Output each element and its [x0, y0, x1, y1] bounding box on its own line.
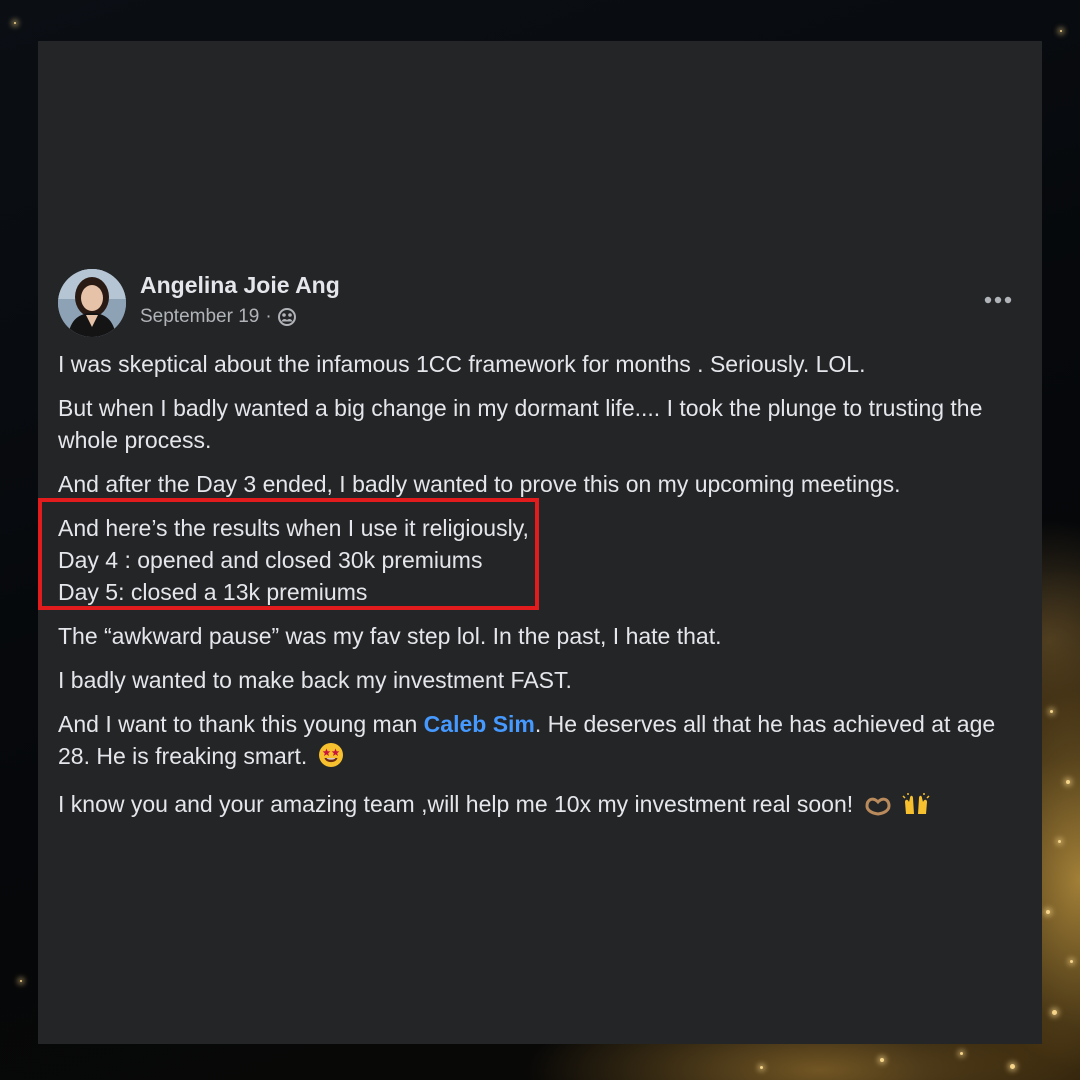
post-paragraph: I know you and your amazing team ,will h…: [58, 788, 1028, 824]
author-name[interactable]: Angelina Joie Ang: [140, 272, 340, 299]
raising-hands-emoji: [902, 792, 930, 824]
post-paragraph: But when I badly wanted a big change in …: [58, 395, 983, 453]
mention-link[interactable]: Caleb Sim: [424, 711, 535, 737]
result-day-5: Day 5: closed a 13k premiums: [58, 579, 368, 605]
paragraph-text: I know you and your amazing team ,will h…: [58, 791, 854, 817]
post-paragraph: I was skeptical about the infamous 1CC f…: [58, 351, 866, 377]
post-header: Angelina Joie Ang September 19 ·: [58, 269, 1018, 339]
post-meta: September 19 ·: [140, 306, 297, 328]
avatar[interactable]: [58, 269, 126, 337]
results-intro: And here’s the results when I use it rel…: [58, 515, 529, 541]
post-paragraph: I badly wanted to make back my investmen…: [58, 667, 572, 693]
meta-separator: ·: [265, 306, 272, 327]
more-options-button[interactable]: [978, 283, 1018, 317]
post-body: I was skeptical about the infamous 1CC f…: [38, 348, 1028, 836]
paragraph-text: And I want to thank this young man: [58, 711, 424, 737]
heart-hands-emoji: [864, 792, 892, 824]
post-date[interactable]: September 19: [140, 306, 259, 328]
star-struck-emoji: [318, 742, 344, 776]
post-paragraph: The “awkward pause” was my fav step lol.…: [58, 623, 722, 649]
post-paragraph: And I want to thank this young man Caleb…: [58, 708, 1028, 776]
post-card: Angelina Joie Ang September 19 · I was s: [38, 41, 1042, 1044]
friends-icon[interactable]: [277, 307, 297, 327]
highlighted-results: And here’s the results when I use it rel…: [38, 498, 1028, 610]
result-day-4: Day 4 : opened and closed 30k premiums: [58, 547, 483, 573]
avatar-image: [58, 269, 126, 337]
post-paragraph: And after the Day 3 ended, I badly wante…: [58, 471, 901, 497]
more-horizontal-icon: [984, 296, 1012, 304]
